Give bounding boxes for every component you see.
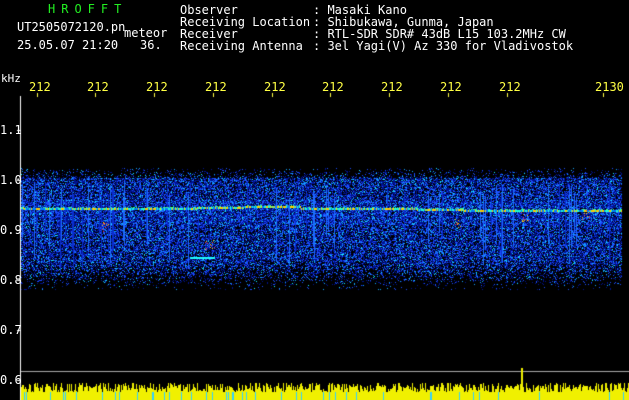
frequency-tick-label: 0.7 bbox=[0, 323, 22, 337]
frequency-tick-label: 0.8 bbox=[0, 273, 22, 287]
frequency-unit-label: kHz bbox=[1, 72, 21, 85]
frequency-tick-label: 1.0 bbox=[0, 173, 22, 187]
time-tick-label: 212 bbox=[499, 80, 521, 94]
frequency-tick-label: 1.1 bbox=[0, 123, 22, 137]
info-label: Receiving Antenna bbox=[180, 39, 303, 53]
frequency-tick-label: 0.6 bbox=[0, 373, 22, 387]
app-logo: HROFFT bbox=[48, 2, 128, 16]
time-tick-label: 212 bbox=[146, 80, 168, 94]
time-tick-label: 212 bbox=[205, 80, 227, 94]
time-tick-label: 212 bbox=[87, 80, 109, 94]
file-name: UT2505072120.pn bbox=[17, 20, 126, 34]
time-tick-label: 212 bbox=[264, 80, 286, 94]
time-tick-label: 2130 bbox=[595, 80, 624, 94]
time-tick-label: 212 bbox=[440, 80, 462, 94]
info-value: : 3el Yagi(V) Az 330 for Vladivostok bbox=[313, 39, 574, 53]
spectrogram-canvas bbox=[0, 0, 629, 400]
time-tick-label: 212 bbox=[381, 80, 403, 94]
meteor-count: 36. bbox=[140, 38, 162, 52]
time-tick-label: 212 bbox=[29, 80, 51, 94]
frequency-tick-label: 0.9 bbox=[0, 223, 22, 237]
date-time: 25.05.07 21:20 bbox=[17, 38, 119, 52]
time-tick-label: 212 bbox=[322, 80, 344, 94]
